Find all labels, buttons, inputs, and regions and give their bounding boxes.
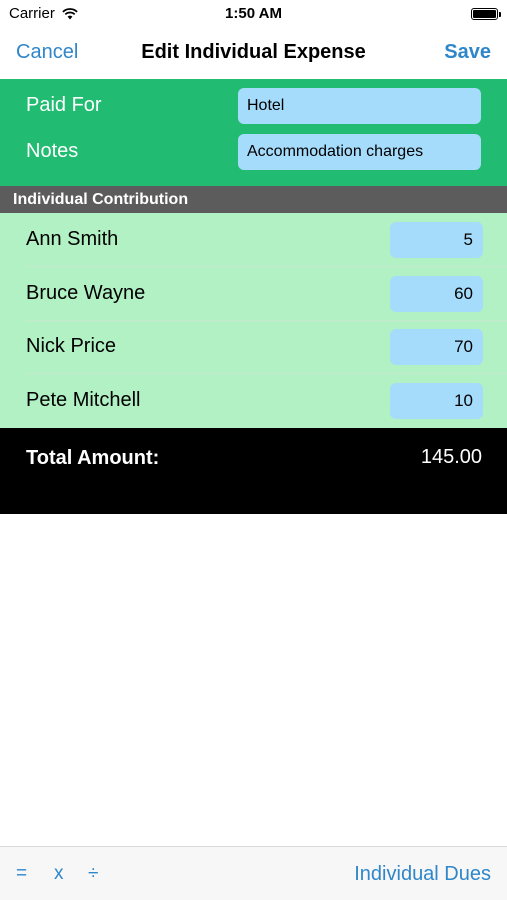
person-name: Pete Mitchell [26, 389, 141, 411]
person-name: Nick Price [26, 335, 117, 357]
total-amount-value: 145.00 [420, 446, 482, 468]
individual-dues-button[interactable]: Individual Dues [354, 863, 491, 886]
bottom-toolbar: = x ÷ Individual Dues [0, 846, 507, 900]
contribution-list: Ann Smith Bruce Wayne Nick Price Pete Mi… [0, 213, 507, 428]
expense-form: Paid For Notes [0, 79, 507, 186]
page-title: Edit Individual Expense [141, 41, 366, 63]
multiply-button[interactable]: x [54, 863, 64, 885]
clock-time: 1:50 AM [225, 5, 282, 22]
paid-for-input[interactable] [238, 88, 481, 124]
person-name: Bruce Wayne [26, 282, 146, 304]
list-item: Nick Price [0, 320, 507, 374]
status-bar: Carrier 1:50 AM [0, 0, 507, 28]
navigation-bar: Cancel Edit Individual Expense Save [0, 28, 507, 79]
amount-input[interactable] [390, 222, 483, 258]
notes-input[interactable] [238, 134, 481, 170]
amount-input[interactable] [390, 383, 483, 419]
person-name: Ann Smith [26, 228, 119, 250]
paid-for-row: Paid For [0, 86, 507, 126]
paid-for-label: Paid For [26, 94, 102, 116]
list-item: Bruce Wayne [0, 267, 507, 321]
equals-button[interactable]: = [16, 863, 27, 885]
section-header-individual-contribution: Individual Contribution [0, 186, 507, 213]
total-amount-label: Total Amount: [26, 447, 160, 469]
save-button[interactable]: Save [444, 41, 491, 64]
battery-icon [471, 8, 501, 20]
list-item: Ann Smith [0, 213, 507, 267]
list-item: Pete Mitchell [0, 374, 507, 428]
notes-label: Notes [26, 140, 79, 162]
total-bar: Total Amount: 145.00 [0, 428, 507, 514]
amount-input[interactable] [390, 276, 483, 312]
notes-row: Notes [0, 132, 507, 172]
amount-input[interactable] [390, 329, 483, 365]
divide-button[interactable]: ÷ [88, 863, 98, 885]
